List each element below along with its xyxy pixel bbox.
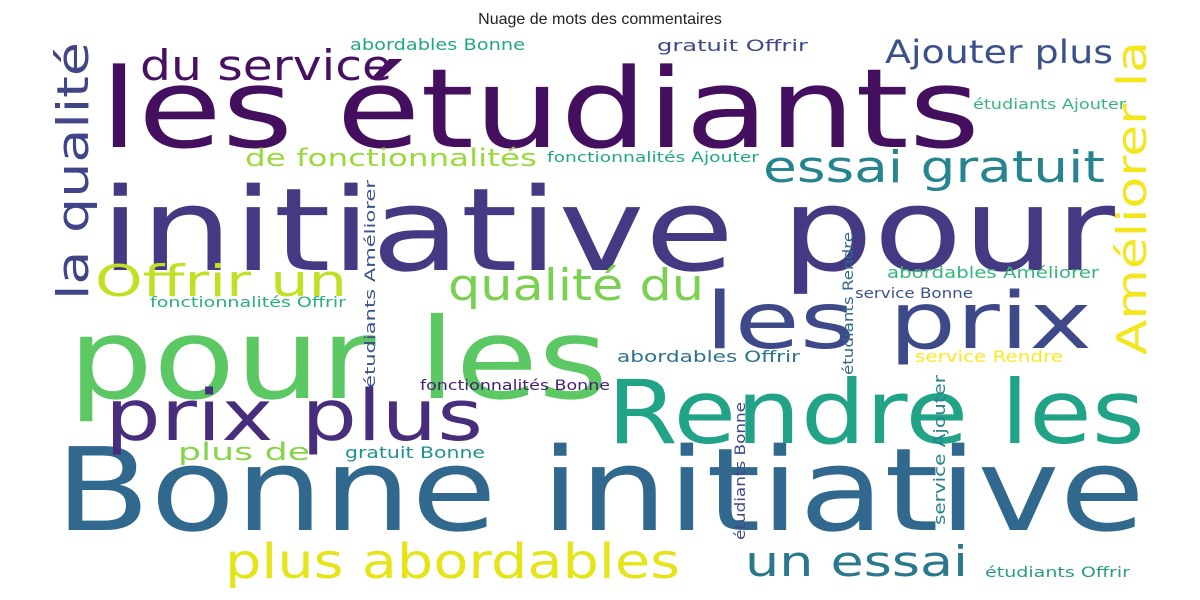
word-plus-de: plus de [178, 438, 310, 466]
word-un-essai: un essai [745, 537, 968, 586]
word-abordables-bonne: abordables Bonne [350, 35, 525, 54]
word-plus-abordables: plus abordables [225, 534, 680, 590]
word-etudiants-ameliorer: étudiants Améliorer [363, 180, 379, 388]
word-essai-gratuit: essai gratuit [763, 142, 1105, 193]
word-etudiants-ajouter: étudiants Ajouter [973, 97, 1126, 113]
word-fonctionnalites-offrir: fonctionnalités Offrir [150, 295, 346, 311]
word-abordables-ameliorer: abordables Améliorer [887, 263, 1100, 282]
word-abordables-offrir: abordables Offrir [617, 347, 801, 366]
word-service-bonne: service Bonne [855, 286, 973, 302]
word-service-ajouter: service Ajouter [930, 374, 949, 525]
word-etudiants-offrir: étudiants Offrir [985, 565, 1130, 581]
word-fonctionnalites-ajouter: fonctionnalités Ajouter [547, 150, 759, 166]
word-gratuit-bonne: gratuit Bonne [345, 443, 485, 462]
word-etudiants-bonne: étudiants Bonne [733, 402, 749, 540]
word-ajouter-plus: Ajouter plus [885, 33, 1113, 71]
word-gratuit-offrir: gratuit Offrir [657, 36, 809, 55]
word-la-qualite: la qualité [48, 42, 99, 300]
word-service-rendre: service Rendre [915, 347, 1063, 366]
word-cloud: les étudiantsinitiative pourpour lesBonn… [48, 33, 1156, 590]
word-qualite-du: qualité du [448, 260, 704, 311]
word-ameliorer-la: Améliorer la [1108, 41, 1156, 355]
word-etudiants-rendre: étudiants Rendre [841, 232, 857, 375]
word-de-fonctionnalites: de fonctionnalités [245, 144, 537, 172]
word-rendre-les: Rendre les [607, 361, 1145, 464]
word-fonctionnalites-bonne: fonctionnalités Bonne [420, 378, 610, 394]
